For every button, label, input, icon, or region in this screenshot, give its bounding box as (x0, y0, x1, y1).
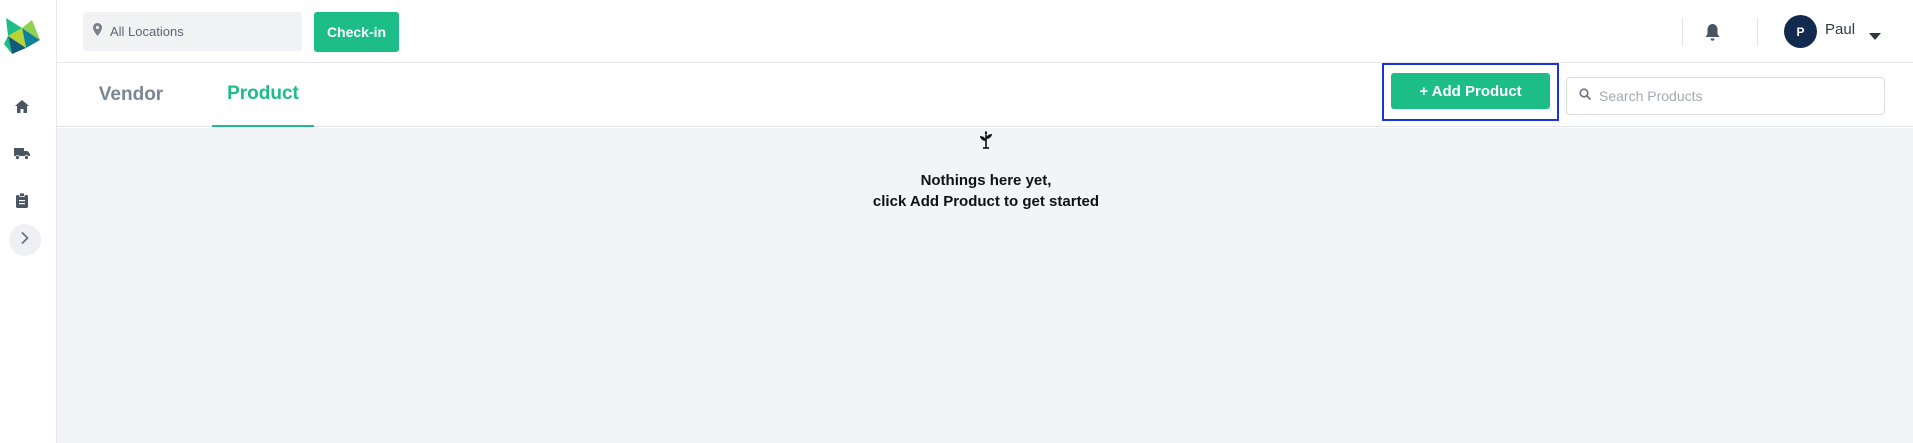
app-logo[interactable] (2, 14, 42, 56)
location-label: All Locations (110, 24, 184, 39)
divider (1757, 18, 1758, 46)
search-icon (1579, 87, 1591, 105)
tab-product[interactable]: Product (212, 63, 314, 127)
divider (1682, 18, 1683, 46)
main-content: Nothings here yet, click Add Product to … (57, 128, 1913, 443)
caret-down-icon[interactable] (1869, 27, 1881, 45)
top-bar: All Locations Check-in P Paul (57, 0, 1913, 63)
chevron-right-icon (21, 231, 29, 249)
sidebar-expand-button[interactable] (9, 224, 41, 256)
tab-bar: Vendor Product + Add Product (57, 63, 1913, 127)
bell-icon[interactable] (1700, 20, 1724, 44)
check-in-button[interactable]: Check-in (314, 12, 399, 52)
avatar[interactable]: P (1784, 15, 1817, 48)
clipboard-icon[interactable] (12, 190, 32, 210)
add-product-highlight: + Add Product (1382, 63, 1559, 121)
add-product-button[interactable]: + Add Product (1391, 73, 1550, 109)
location-select[interactable]: All Locations (83, 12, 302, 51)
sprout-icon (974, 128, 998, 152)
truck-icon[interactable] (12, 143, 32, 163)
user-name[interactable]: Paul (1825, 21, 1855, 38)
search-box (1566, 77, 1885, 115)
search-input[interactable] (1599, 88, 1879, 104)
app-root: All Locations Check-in P Paul Vendor Pro… (0, 0, 1913, 443)
empty-state-message: Nothings here yet, click Add Product to … (786, 170, 1186, 212)
empty-state-line1: Nothings here yet, (920, 172, 1052, 189)
tab-vendor[interactable]: Vendor (81, 63, 181, 127)
home-icon[interactable] (12, 96, 32, 116)
map-pin-icon (93, 22, 102, 41)
sidebar (0, 0, 57, 443)
empty-state-line2: click Add Product to get started (872, 193, 1100, 210)
